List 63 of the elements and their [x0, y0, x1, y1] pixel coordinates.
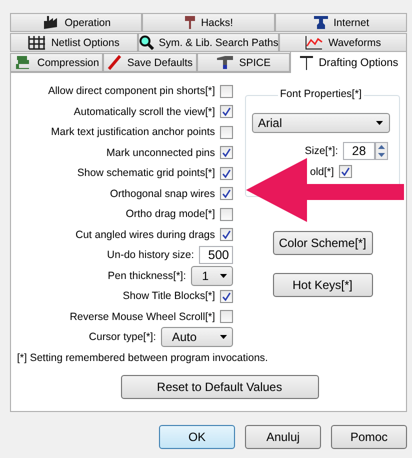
dropdown[interactable]: 1 [191, 266, 233, 286]
option-label: Mark text justification anchor points [51, 126, 215, 138]
option-label: Un-do history size: [107, 249, 194, 262]
checkbox[interactable] [220, 187, 233, 200]
option-label: Cut angled wires during drags [76, 228, 215, 241]
size-field[interactable]: 28 [343, 142, 375, 160]
checkbox[interactable] [220, 310, 233, 324]
tab-icon [298, 54, 314, 70]
spinner-icon[interactable] [375, 142, 388, 160]
tab[interactable]: Internet [274, 13, 407, 32]
tab-icon [107, 55, 122, 70]
checkbox[interactable] [220, 105, 233, 118]
tab[interactable]: Netlist Options [10, 33, 138, 52]
option-label: Cursor type[*]: [88, 331, 156, 344]
side-button[interactable]: Color Scheme[*] [272, 231, 372, 255]
checkbox[interactable] [220, 208, 233, 221]
group-title: Font Properties[*] [278, 88, 364, 100]
tab[interactable]: Hacks! [142, 13, 275, 32]
tab-icon [184, 15, 196, 30]
tab[interactable]: Operation [10, 13, 142, 32]
tab[interactable]: Compression [10, 53, 104, 72]
tab-icon [312, 15, 329, 30]
tab-icon [42, 15, 60, 30]
checkbox[interactable] [220, 146, 233, 160]
tab-icon [28, 35, 46, 50]
checkbox[interactable] [338, 165, 352, 178]
checkbox[interactable] [220, 84, 233, 98]
arrow-icon [246, 158, 404, 222]
tab[interactable]: Save Defaults [103, 53, 197, 72]
tab[interactable]: SPICE [196, 53, 290, 72]
option-label: Pen thickness[*]: [108, 270, 186, 282]
dialog-button[interactable]: Pomoc [331, 425, 407, 449]
option-label: Show schematic grid points[*] [77, 167, 215, 180]
font-dropdown[interactable]: Arial [252, 113, 390, 133]
note-text: [*] Setting remembered between program invocations. [17, 352, 269, 364]
tab[interactable]: Drafting Options [290, 51, 407, 73]
tab-icon [216, 55, 234, 70]
option-label: Mark unconnected pins [106, 146, 215, 159]
number-field[interactable]: 500 [199, 246, 233, 264]
dialog-button[interactable]: Anuluj [245, 425, 321, 449]
checkbox[interactable] [220, 166, 233, 180]
caret-icon [220, 335, 227, 340]
option-label: Show Title Blocks[*] [122, 290, 215, 302]
size-label: Size[*]: [304, 145, 338, 158]
tab[interactable]: Sym. & Lib. Search Paths [138, 33, 280, 52]
option-label: Reverse Mouse Wheel Scroll[*] [70, 310, 215, 323]
tab-icon [138, 35, 154, 50]
option-label: Ortho drag mode[*] [126, 208, 215, 220]
dialog-button[interactable]: OK [159, 425, 235, 449]
checkbox[interactable] [220, 290, 233, 303]
reset-button[interactable]: Reset to Default Values [120, 374, 318, 398]
option-label: Orthogonal snap wires [110, 188, 215, 200]
tab[interactable]: Waveforms [279, 33, 408, 52]
dropdown[interactable]: Auto [161, 327, 233, 348]
option-label: Automatically scroll the view[*] [74, 106, 215, 118]
caret-icon [376, 121, 383, 125]
checkbox[interactable] [220, 126, 233, 139]
tab-icon [305, 35, 324, 50]
bold-label: old[*] [310, 166, 334, 178]
caret-icon [220, 274, 227, 278]
side-button[interactable]: Hot Keys[*] [272, 273, 372, 297]
checkbox[interactable] [220, 228, 233, 242]
option-label: Allow direct component pin shorts[*] [48, 85, 215, 98]
